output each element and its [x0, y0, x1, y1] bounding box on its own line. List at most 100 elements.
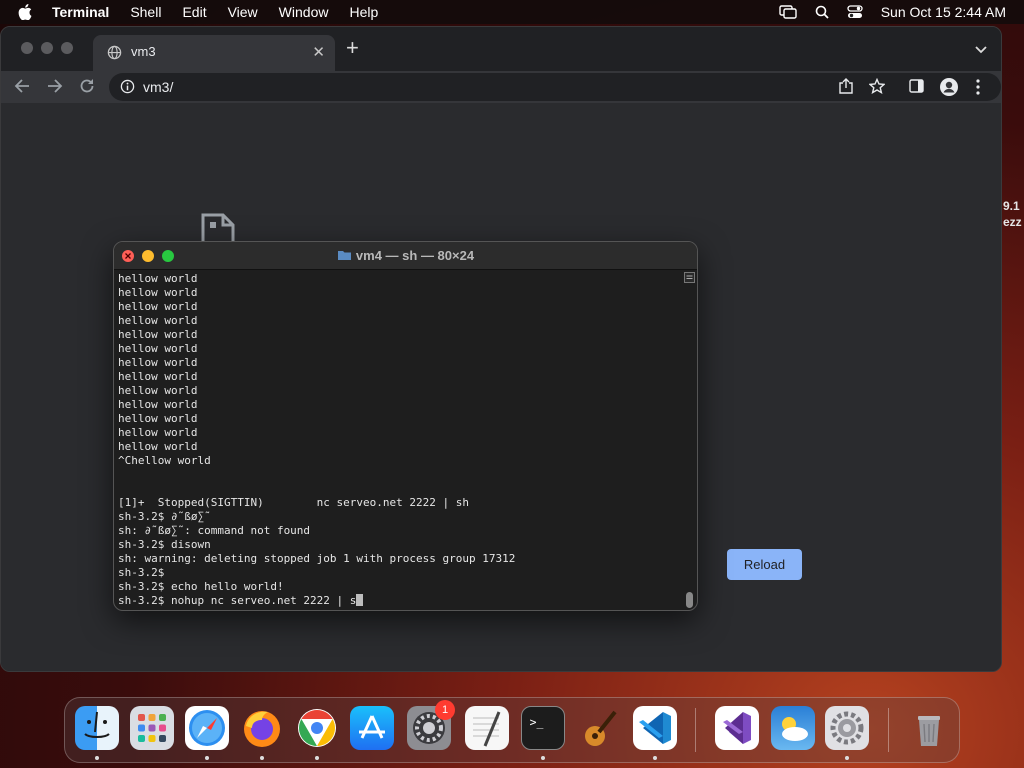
visual-studio-icon[interactable]	[715, 706, 759, 750]
terminal-line-text: sh-3.2$ nohup nc serveo.net 2222 | s	[118, 594, 357, 607]
terminal-line-text: hellow world	[118, 272, 198, 285]
address-bar[interactable]: vm3/	[109, 73, 1001, 101]
terminal-line-text: hellow world	[118, 328, 198, 341]
running-indicator	[260, 756, 264, 760]
background-text-line: ezz	[1003, 215, 1022, 229]
settings-icon[interactable]	[825, 706, 869, 750]
browser-toolbar: vm3/	[1, 71, 1001, 103]
apple-icon[interactable]	[18, 4, 34, 20]
running-indicator	[653, 756, 657, 760]
background-text-line: 9.1	[1003, 199, 1020, 213]
terminal-line: hellow world	[118, 398, 678, 412]
textedit-icon[interactable]	[465, 706, 509, 750]
globe-icon	[107, 45, 122, 63]
terminal-line: sh-3.2$ nohup nc serveo.net 2222 | s	[118, 594, 678, 608]
vscode-icon[interactable]	[633, 706, 677, 750]
menu-app-name[interactable]: Terminal	[52, 4, 109, 20]
side-panel-icon[interactable]	[909, 79, 924, 98]
running-indicator	[315, 756, 319, 760]
url-text[interactable]: vm3/	[143, 79, 173, 95]
terminal-line: ^Chellow world	[118, 454, 678, 468]
launchpad-icon[interactable]	[130, 706, 174, 750]
terminal-line-text: hellow world	[118, 342, 198, 355]
zoom-button[interactable]	[61, 42, 73, 54]
garageband-icon[interactable]	[577, 706, 621, 750]
menu-edit[interactable]: Edit	[182, 4, 206, 20]
running-indicator	[205, 756, 209, 760]
terminal-line: sh-3.2$ ∂˜ßø∑˜	[118, 510, 678, 524]
minimize-button[interactable]	[41, 42, 53, 54]
terminal-titlebar: vm4 — sh — 80×24	[114, 242, 697, 270]
menu-view[interactable]: View	[228, 4, 258, 20]
terminal-line: hellow world	[118, 300, 678, 314]
folder-icon	[337, 249, 352, 264]
terminal-line: hellow world	[118, 314, 678, 328]
running-indicator	[95, 756, 99, 760]
forward-icon[interactable]	[47, 78, 63, 99]
menu-clock[interactable]: Sun Oct 15 2:44 AM	[881, 4, 1006, 20]
terminal-line-text: [1]+ Stopped(SIGTTIN) nc serveo.net 2222…	[118, 496, 469, 509]
finder-icon[interactable]	[75, 706, 119, 750]
terminal-line: hellow world	[118, 286, 678, 300]
terminal-line-text: hellow world	[118, 356, 198, 369]
close-button[interactable]	[21, 42, 33, 54]
tab-strip: vm3 ✕ +	[1, 27, 1001, 71]
scrollbar-thumb[interactable]	[686, 592, 693, 608]
firefox-icon[interactable]	[240, 706, 284, 750]
control-center-icon[interactable]	[847, 5, 863, 19]
system-preferences-icon[interactable]: 1	[407, 700, 455, 750]
terminal-output[interactable]: hellow world hellow world hellow world hell…	[118, 272, 678, 608]
screen-mirroring-icon[interactable]	[779, 5, 797, 19]
kebab-menu-icon[interactable]	[976, 79, 980, 100]
share-icon[interactable]	[839, 78, 853, 97]
terminal-line-text: sh: ∂˜ßø∑˜: command not found	[118, 524, 311, 537]
terminal-line-text: hellow world	[118, 412, 198, 425]
reload-button[interactable]: Reload	[727, 549, 802, 580]
back-icon[interactable]	[14, 78, 30, 99]
terminal-line-text: sh-3.2$ echo hello world!	[118, 580, 284, 593]
trash-icon[interactable]	[907, 706, 951, 750]
terminal-line-text: sh-3.2$	[118, 566, 165, 579]
menu-window[interactable]: Window	[279, 4, 329, 20]
terminal-line-text: hellow world	[118, 398, 198, 411]
profile-icon[interactable]	[939, 77, 959, 102]
terminal-line-text: hellow world	[118, 314, 198, 327]
terminal-line: hellow world	[118, 412, 678, 426]
terminal-icon[interactable]: >_	[521, 706, 565, 750]
chrome-icon[interactable]	[295, 706, 339, 750]
tab-close-icon[interactable]: ✕	[312, 43, 325, 61]
terminal-line-text: hellow world	[118, 286, 198, 299]
menu-bar: Terminal Shell Edit View Window Help Sun…	[0, 0, 1024, 24]
menu-shell[interactable]: Shell	[130, 4, 161, 20]
terminal-line: sh-3.2$ disown	[118, 538, 678, 552]
weather-icon[interactable]	[771, 706, 815, 750]
terminal-line: [1]+ Stopped(SIGTTIN) nc serveo.net 2222…	[118, 496, 678, 510]
terminal-title: vm4 — sh — 80×24	[114, 248, 697, 264]
terminal-line: sh: warning: deleting stopped job 1 with…	[118, 552, 678, 566]
notification-badge: 1	[435, 700, 455, 720]
terminal-line: hellow world	[118, 342, 678, 356]
safari-icon[interactable]	[185, 706, 229, 750]
bookmark-star-icon[interactable]	[868, 77, 886, 97]
terminal-line: hellow world	[118, 356, 678, 370]
app-store-icon[interactable]	[350, 706, 394, 750]
menu-help[interactable]: Help	[349, 4, 378, 20]
new-tab-icon[interactable]: +	[346, 37, 359, 59]
info-icon[interactable]	[120, 79, 135, 97]
background-window-text: 9.1 ezz	[1003, 198, 1022, 230]
tab-vm3[interactable]: vm3 ✕	[93, 35, 335, 71]
running-indicator	[541, 756, 545, 760]
terminal-scrollbar[interactable]	[684, 270, 695, 610]
terminal-line: hellow world	[118, 384, 678, 398]
terminal-line-text: hellow world	[118, 384, 198, 397]
scrollbar-top-icon[interactable]	[684, 270, 695, 283]
chevron-down-icon[interactable]	[975, 41, 987, 59]
reload-icon[interactable]	[79, 78, 95, 99]
terminal-line-text: hellow world	[118, 426, 198, 439]
tab-title: vm3	[131, 44, 156, 59]
search-icon[interactable]	[815, 5, 829, 19]
terminal-line-text: hellow world	[118, 440, 198, 453]
terminal-window: vm4 — sh — 80×24 hellow world hellow worl…	[113, 241, 698, 611]
terminal-line: sh-3.2$ echo hello world!	[118, 580, 678, 594]
